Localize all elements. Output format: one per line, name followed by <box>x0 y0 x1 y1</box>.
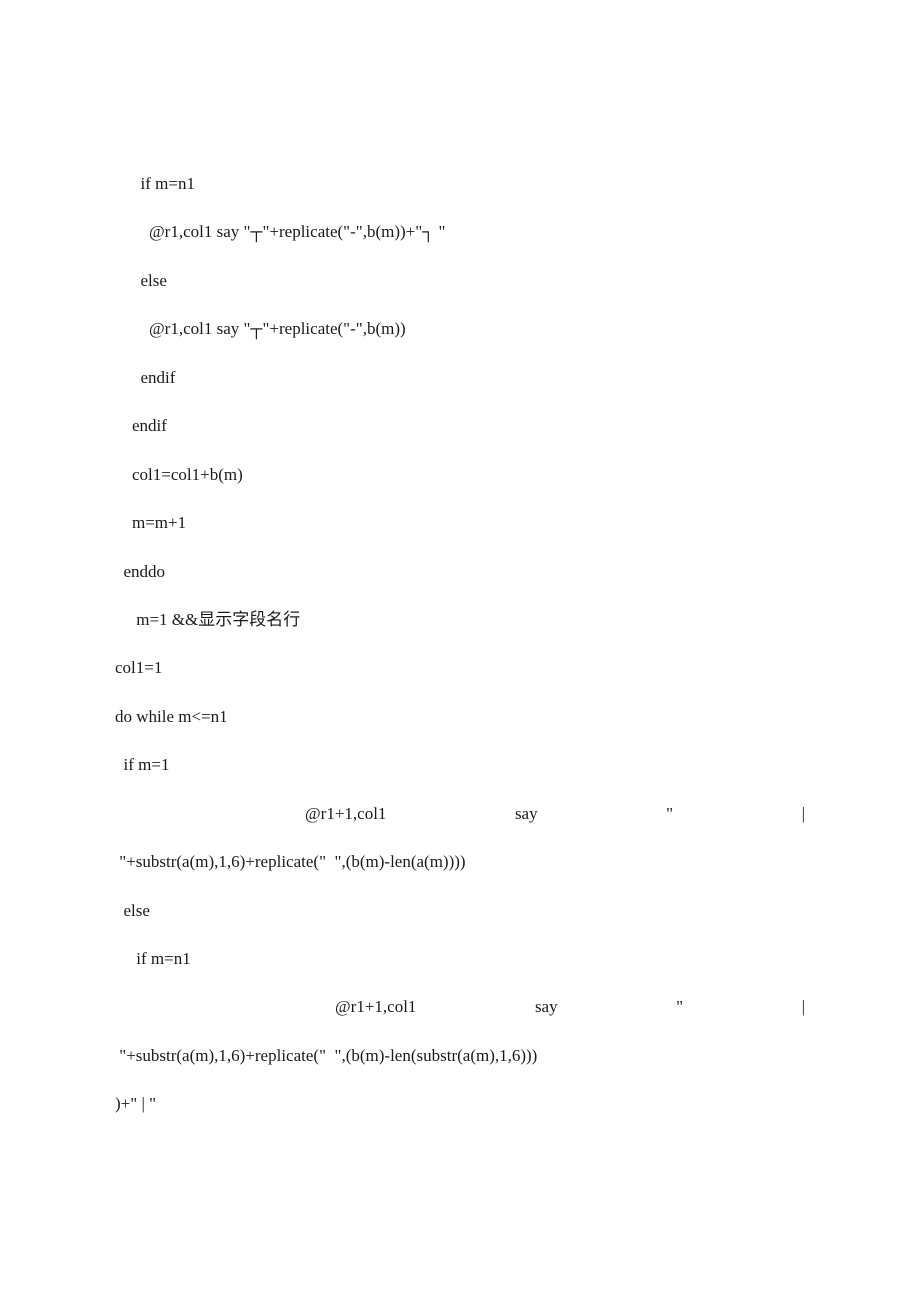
code-fragment: say <box>535 983 558 1031</box>
code-line: "+substr(a(m),1,6)+replicate(" ",(b(m)-l… <box>115 838 805 886</box>
code-line: endif <box>115 354 805 402</box>
code-line: "+substr(a(m),1,6)+replicate(" ",(b(m)-l… <box>115 1032 805 1080</box>
code-line: col1=col1+b(m) <box>115 451 805 499</box>
code-fragment: | <box>802 983 805 1031</box>
code-fragment: " <box>666 790 673 838</box>
code-line: else <box>115 257 805 305</box>
code-line: )+" | " <box>115 1080 805 1128</box>
code-fragment: @r1+1,col1 <box>305 790 386 838</box>
code-line: @r1,col1 say "┬"+replicate("-",b(m)) <box>115 305 805 353</box>
code-line: m=1 &&显示字段名行 <box>115 596 805 644</box>
document-page: if m=n1 @r1,col1 say "┬"+replicate("-",b… <box>0 0 920 1129</box>
code-line: enddo <box>115 548 805 596</box>
code-line: @r1+1,col1 say " | <box>115 983 805 1031</box>
code-line: @r1+1,col1 say " | <box>115 790 805 838</box>
code-line: endif <box>115 402 805 450</box>
code-fragment: @r1+1,col1 <box>335 983 416 1031</box>
code-line: m=m+1 <box>115 499 805 547</box>
code-line: if m=n1 <box>115 160 805 208</box>
code-line: col1=1 <box>115 644 805 692</box>
code-line: do while m<=n1 <box>115 693 805 741</box>
code-line: if m=1 <box>115 741 805 789</box>
code-fragment: | <box>802 790 805 838</box>
code-fragment: say <box>515 790 538 838</box>
code-fragment: " <box>676 983 683 1031</box>
code-line: else <box>115 887 805 935</box>
code-line: @r1,col1 say "┬"+replicate("-",b(m))+"┐ … <box>115 208 805 256</box>
code-line: if m=n1 <box>115 935 805 983</box>
